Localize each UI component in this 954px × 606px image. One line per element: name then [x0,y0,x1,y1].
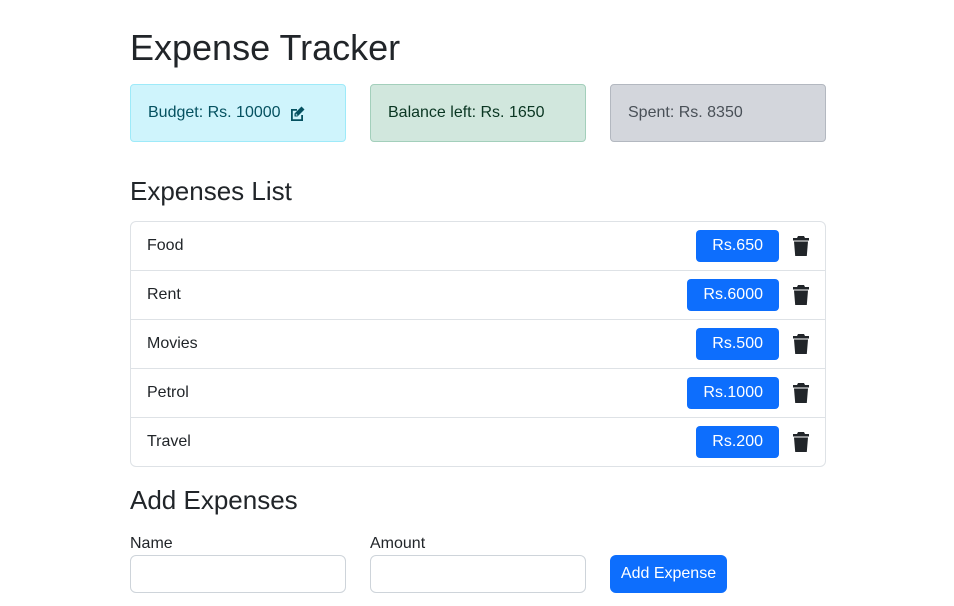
balance-card: Balance left: Rs. 1650 [370,84,586,142]
amount-badge: Rs.200 [696,426,779,458]
trash-icon[interactable] [793,334,809,354]
budget-card: Budget: Rs. 10000 [130,84,346,142]
expense-name: Petrol [147,384,189,401]
spent-text: Spent: Rs. 8350 [628,104,743,121]
name-label: Name [130,535,173,552]
trash-icon[interactable] [793,236,809,256]
budget-text: Budget: Rs. 10000 [148,104,281,121]
list-item: Rent Rs.6000 [131,271,825,320]
add-expense-button[interactable]: Add Expense [610,555,727,593]
expense-name: Travel [147,433,191,450]
amount-badge: Rs.500 [696,328,779,360]
amount-label: Amount [370,535,426,552]
expense-name: Food [147,237,184,254]
balance-text: Balance left: Rs. 1650 [388,104,545,121]
spent-card: Spent: Rs. 8350 [610,84,826,142]
list-item: Movies Rs.500 [131,320,825,369]
expenses-list-heading: Expenses List [130,176,292,206]
edit-icon[interactable] [289,106,305,121]
amount-badge: Rs.6000 [687,279,779,311]
amount-badge: Rs.1000 [687,377,779,409]
list-item: Food Rs.650 [131,222,825,271]
add-expenses-heading: Add Expenses [130,485,298,515]
add-expense-form: Name Amount Add Expense [130,534,826,594]
page-title: Expense Tracker [130,27,401,68]
amount-input[interactable] [370,555,586,593]
trash-icon[interactable] [793,432,809,452]
list-item: Travel Rs.200 [131,418,825,466]
amount-badge: Rs.650 [696,230,779,262]
expense-name: Movies [147,335,198,352]
expenses-list: Food Rs.650 Rent Rs.6000 Movies Rs.500 P… [130,221,826,467]
trash-icon[interactable] [793,383,809,403]
summary-cards: Budget: Rs. 10000 Balance left: Rs. 1650… [130,84,826,142]
name-input[interactable] [130,555,346,593]
expense-name: Rent [147,286,181,303]
list-item: Petrol Rs.1000 [131,369,825,418]
trash-icon[interactable] [793,285,809,305]
